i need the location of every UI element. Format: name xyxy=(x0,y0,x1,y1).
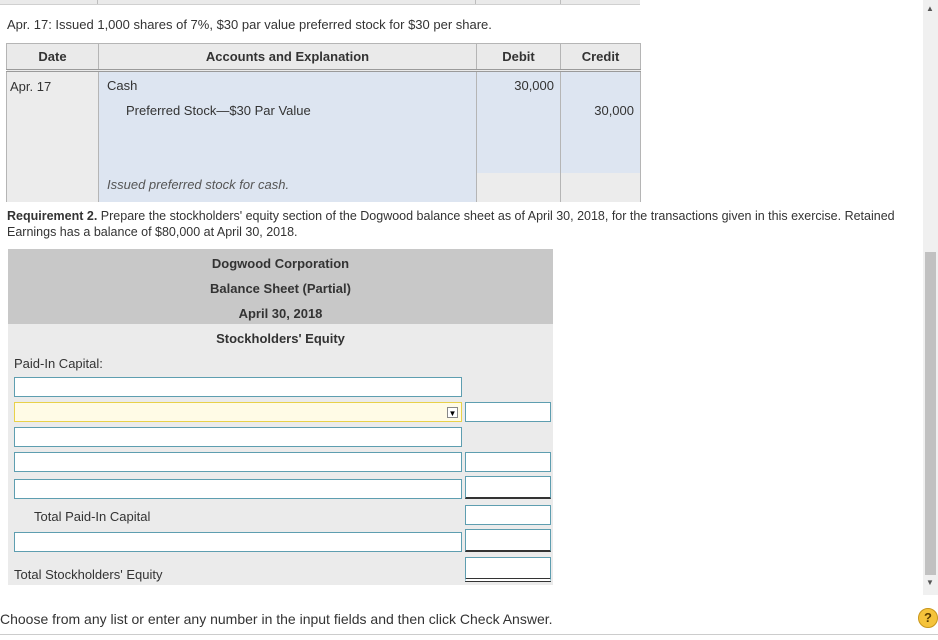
date-column-header: Date xyxy=(6,43,99,72)
chevron-down-icon: ▼ xyxy=(447,407,458,418)
amount-input-1[interactable] xyxy=(465,402,551,422)
accounts-column-header: Accounts and Explanation xyxy=(98,43,477,72)
debit-column-header: Debit xyxy=(476,43,561,72)
statement-date: April 30, 2018 xyxy=(238,306,323,321)
amount-input-4[interactable] xyxy=(465,476,551,499)
instructions-text: Choose from any list or enter any number… xyxy=(0,611,553,627)
previous-table-edge xyxy=(0,0,640,5)
journal-entry-table: Date Accounts and Explanation Debit Cred… xyxy=(6,43,641,202)
account-input-4[interactable] xyxy=(14,479,462,499)
amount-input-5[interactable] xyxy=(465,529,551,552)
scrollbar-thumb[interactable] xyxy=(925,252,936,575)
credit-amount: 30,000 xyxy=(594,103,634,118)
scroll-down-icon[interactable]: ▼ xyxy=(926,578,934,587)
scroll-up-icon[interactable]: ▲ xyxy=(926,4,934,13)
account-input-2[interactable] xyxy=(14,427,462,447)
statement-name: Balance Sheet (Partial) xyxy=(210,281,351,296)
section-title: Stockholders' Equity xyxy=(216,331,345,346)
credit-column-header: Credit xyxy=(560,43,641,72)
total-equity-label: Total Stockholders' Equity xyxy=(14,567,163,582)
paid-in-heading-input[interactable] xyxy=(14,377,462,397)
debit-amount: 30,000 xyxy=(514,78,554,93)
company-name: Dogwood Corporation xyxy=(211,256,350,271)
requirement-text: Requirement 2. Prepare the stockholders'… xyxy=(7,208,907,240)
total-paid-in-input[interactable] xyxy=(465,505,551,525)
amount-input-3[interactable] xyxy=(465,452,551,472)
requirement-body: Prepare the stockholders' equity section… xyxy=(7,209,895,239)
account-input-3[interactable] xyxy=(14,452,462,472)
credit-account: Preferred Stock—$30 Par Value xyxy=(126,103,311,118)
total-paid-in-label: Total Paid-In Capital xyxy=(34,509,151,524)
vertical-scrollbar[interactable]: ▲ ▼ xyxy=(923,0,938,595)
requirement-label: Requirement 2. xyxy=(7,209,98,223)
debit-account: Cash xyxy=(107,78,138,93)
balance-sheet-body: Stockholders' Equity Paid-In Capital: ▼ … xyxy=(8,324,553,585)
balance-sheet-header: Dogwood Corporation Balance Sheet (Parti… xyxy=(8,249,553,324)
account-input-5[interactable] xyxy=(14,532,462,552)
help-icon[interactable]: ? xyxy=(918,608,938,628)
transaction-description: Apr. 17: Issued 1,000 shares of 7%, $30 … xyxy=(7,17,492,32)
total-equity-input[interactable] xyxy=(465,557,551,582)
entry-date: Apr. 17 xyxy=(6,70,99,202)
footer-divider xyxy=(0,634,938,635)
entry-explanation: Issued preferred stock for cash. xyxy=(98,173,477,202)
account-select-dropdown[interactable]: ▼ xyxy=(14,402,462,422)
paid-in-capital-label: Paid-In Capital: xyxy=(14,356,103,371)
